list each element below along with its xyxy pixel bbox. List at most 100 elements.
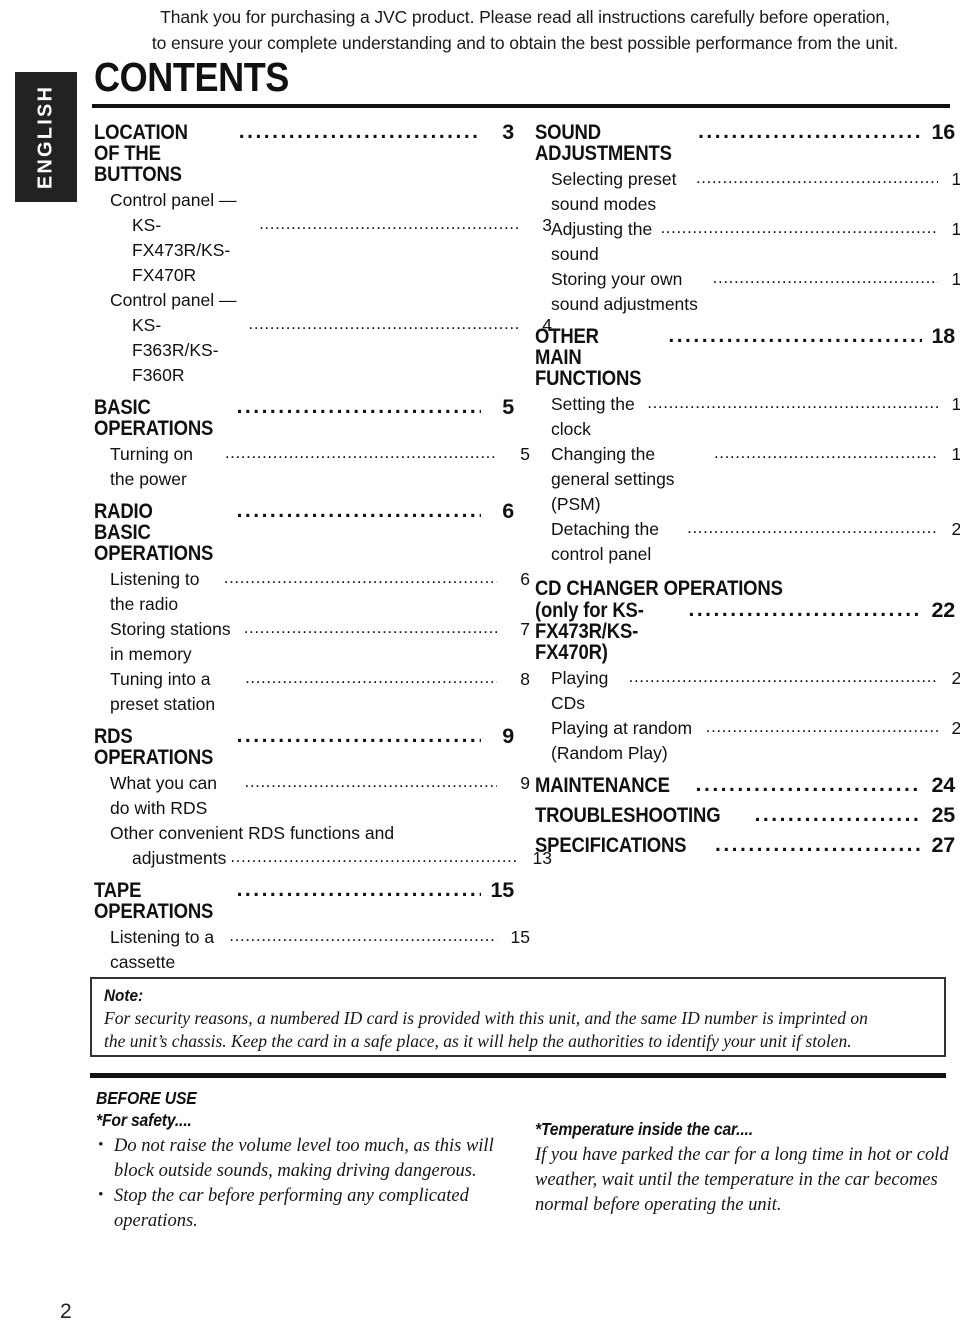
toc-entry[interactable]: OTHER MAIN FUNCTIONS....................…	[535, 324, 955, 390]
toc-leader-dots: ........................................…	[754, 804, 922, 825]
toc-entry-text: Storing stations in memory	[110, 619, 236, 664]
toc-entry[interactable]: RADIO BASIC OPERATIONS..................…	[94, 499, 514, 565]
toc-leader-dots: ........................................…	[695, 168, 938, 187]
toc-entry-text: Setting the clock	[551, 394, 640, 439]
toc-entry-text: Storing your own sound adjustments	[551, 269, 698, 314]
toc-entry-text: Detaching the control panel	[551, 519, 664, 564]
toc-entry-text: CD CHANGER OPERATIONS	[535, 576, 783, 600]
toc-entry-text: BASIC OPERATIONS	[94, 395, 214, 440]
toc-entry[interactable]: Playing at random (Random Play).........…	[535, 716, 960, 766]
toc-page-number: 6	[502, 499, 514, 523]
toc-leader-dots: ........................................…	[687, 518, 938, 537]
safety-list-item: Stop the car before performing any compl…	[96, 1183, 516, 1234]
toc-leader-dots: ........................................…	[238, 121, 481, 142]
toc-entry[interactable]: Storing stations in memory..............…	[94, 617, 530, 667]
toc-continuation-line: Control panel —	[110, 190, 237, 210]
toc-entry[interactable]: Listening to the radio..................…	[94, 567, 530, 617]
note-box: Note: For security reasons, a numbered I…	[90, 977, 946, 1057]
toc-page-number: 8	[520, 669, 530, 689]
toc-entry[interactable]: What you can do with RDS................…	[94, 771, 530, 821]
toc-entry-text: Tuning into a preset station	[110, 669, 216, 714]
toc-leader-dots: ........................................…	[248, 314, 520, 333]
toc-leader-dots: ........................................…	[236, 500, 481, 521]
toc-entry-text: OTHER MAIN FUNCTIONS	[535, 324, 642, 390]
toc-entry[interactable]: KS-FX473R/KS-FX470R.....................…	[94, 213, 552, 288]
toc-entry[interactable]: Listening to a cassette.................…	[94, 925, 530, 975]
toc-entry-text: MAINTENANCE	[535, 773, 670, 797]
note-body: For security reasons, a numbered ID card…	[104, 1007, 934, 1053]
toc-entry[interactable]: KS-F363R/KS-F360R.......................…	[94, 313, 552, 388]
toc-entry[interactable]: Selecting preset sound modes............…	[535, 167, 960, 217]
section-divider	[90, 1073, 946, 1078]
toc-leader-dots: ........................................…	[224, 443, 497, 462]
toc-leader-dots: ........................................…	[230, 847, 519, 866]
toc-entry-text: KS-FX473R/KS-FX470R	[132, 215, 231, 285]
toc-entry[interactable]: MAINTENANCE.............................…	[535, 773, 955, 797]
note-title: Note:	[104, 986, 144, 1005]
toc-entry[interactable]: TAPE OPERATIONS.........................…	[94, 879, 514, 922]
toc-column-left: LOCATION OF THE BUTTONS.................…	[94, 113, 552, 975]
toc-leader-dots: ........................................…	[244, 772, 497, 791]
toc-leader-dots: ........................................…	[668, 325, 922, 346]
toc-entry-text: KS-F363R/KS-F360R	[132, 315, 219, 385]
toc-entry-text: Selecting preset sound modes	[551, 169, 682, 214]
toc-entry[interactable]: adjustments.............................…	[94, 846, 552, 871]
toc-leader-dots: ........................................…	[647, 393, 938, 412]
toc-page-number: 27	[931, 833, 955, 857]
toc-page-number: 22	[951, 668, 960, 688]
toc-entry[interactable]: BASIC OPERATIONS........................…	[94, 395, 514, 440]
toc-entry[interactable]: Playing CDs.............................…	[535, 666, 960, 716]
toc-page-number: 16	[931, 120, 955, 144]
toc-leader-dots: ........................................…	[713, 443, 938, 462]
intro-paragraph: Thank you for purchasing a JVC product. …	[96, 4, 954, 56]
toc-page-number: 16	[951, 169, 960, 189]
toc-entry[interactable]: (only for KS-FX473R/KS-FX470R)..........…	[535, 598, 955, 664]
toc-page-number: 3	[502, 120, 514, 144]
toc-entry[interactable]: LOCATION OF THE BUTTONS.................…	[94, 120, 514, 185]
toc-page-number: 15	[510, 927, 530, 947]
toc-leader-dots: ........................................…	[688, 599, 922, 620]
toc-leader-dots: ........................................…	[660, 218, 938, 237]
toc-leader-dots: ........................................…	[229, 926, 497, 945]
before-use-column-right: *Temperature inside the car.... If you h…	[535, 1087, 955, 1218]
toc-entry[interactable]: Changing the general settings (PSM).....…	[535, 442, 960, 517]
toc-leader-dots: ........................................…	[712, 268, 938, 287]
toc-column-right: SOUND ADJUSTMENTS.......................…	[535, 113, 960, 859]
toc-continuation-line: Other convenient RDS functions and	[110, 823, 395, 843]
toc-leader-dots: ........................................…	[236, 396, 481, 417]
toc-entry[interactable]: SPECIFICATIONS..........................…	[535, 833, 955, 857]
toc-entry[interactable]: Tuning into a preset station............…	[94, 667, 530, 717]
safety-list-item: Do not raise the volume level too much, …	[96, 1133, 516, 1184]
toc-entry-text: SOUND ADJUSTMENTS	[535, 120, 672, 165]
toc-entry[interactable]: Adjusting the sound.....................…	[535, 217, 960, 267]
toc-entry-text: Changing the general settings (PSM)	[551, 444, 680, 514]
for-safety-subheading: *For safety....	[96, 1110, 192, 1130]
toc-leader-dots: ........................................…	[236, 879, 481, 900]
toc-entry-text: Turning on the power	[110, 444, 198, 489]
toc-page-number: 5	[502, 395, 514, 419]
toc-entry-text: RADIO BASIC OPERATIONS	[94, 499, 214, 565]
toc-page-number: 9	[502, 724, 514, 748]
toc-entry-text: (only for KS-FX473R/KS-FX470R)	[535, 598, 644, 664]
toc-page-number: 21	[951, 519, 960, 539]
toc-entry[interactable]: Detaching the control panel.............…	[535, 517, 960, 567]
toc-entry[interactable]: SOUND ADJUSTMENTS.......................…	[535, 120, 955, 165]
toc-entry[interactable]: TROUBLESHOOTING.........................…	[535, 804, 955, 826]
toc-entry-text: Adjusting the sound	[551, 219, 658, 264]
toc-page-number: 9	[520, 773, 530, 793]
toc-entry[interactable]: RDS OPERATIONS..........................…	[94, 724, 514, 768]
toc-entry-text: SPECIFICATIONS	[535, 833, 687, 857]
toc-major-heading-line[interactable]: CD CHANGER OPERATIONS	[535, 576, 955, 600]
toc-entry[interactable]: Storing your own sound adjustments......…	[535, 267, 960, 317]
toc-leader-dots: ........................................…	[259, 214, 519, 233]
temperature-subheading: *Temperature inside the car....	[535, 1119, 753, 1139]
toc-page-number: 23	[951, 718, 960, 738]
toc-entry[interactable]: Setting the clock.......................…	[535, 392, 960, 442]
toc-entry[interactable]: Turning on the power....................…	[94, 442, 530, 492]
toc-entry-text: Playing at random (Random Play)	[551, 718, 697, 763]
intro-line-1: Thank you for purchasing a JVC product. …	[160, 7, 890, 27]
before-use-column-left: BEFORE USE *For safety.... Do not raise …	[96, 1087, 516, 1234]
before-use-heading: BEFORE USE	[96, 1088, 197, 1108]
toc-entry-text: What you can do with RDS	[110, 773, 222, 818]
toc-page-number: 18	[951, 394, 960, 414]
